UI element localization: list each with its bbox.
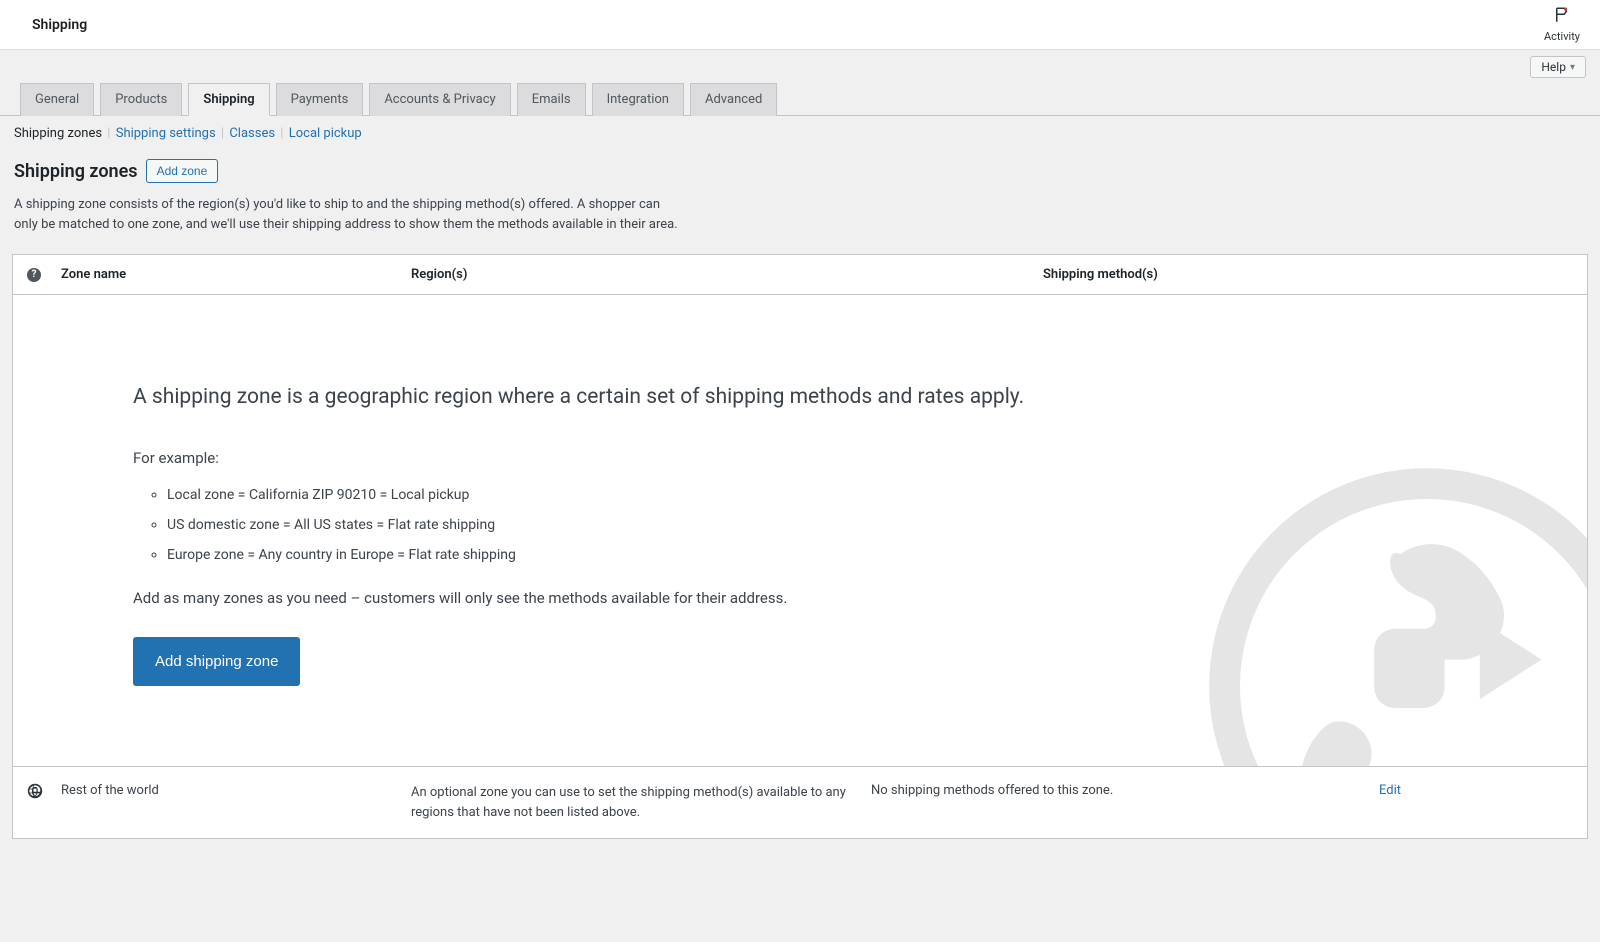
- tab-advanced[interactable]: Advanced: [690, 83, 777, 116]
- col-header-methods: Shipping method(s): [1043, 267, 1523, 282]
- top-header: Shipping Activity: [0, 0, 1600, 50]
- section-heading: Shipping zones: [14, 161, 138, 182]
- help-label: Help: [1541, 60, 1566, 74]
- help-tooltip-icon[interactable]: ?: [27, 268, 41, 282]
- subnav-shipping-settings[interactable]: Shipping settings: [116, 126, 216, 141]
- empty-state-for-example: For example:: [133, 449, 1467, 467]
- empty-state-examples: Local zone = California ZIP 90210 = Loca…: [133, 487, 1467, 563]
- activity-button[interactable]: Activity: [1544, 6, 1580, 43]
- table-header: ? Zone name Region(s) Shipping method(s): [13, 255, 1587, 295]
- settings-tabs: General Products Shipping Payments Accou…: [0, 50, 1600, 116]
- example-item: Local zone = California ZIP 90210 = Loca…: [167, 487, 1467, 503]
- empty-state-heading: A shipping zone is a geographic region w…: [133, 385, 1467, 409]
- add-shipping-zone-button[interactable]: Add shipping zone: [133, 637, 300, 686]
- add-zone-button[interactable]: Add zone: [146, 159, 219, 183]
- rest-of-world-row: Rest of the world An optional zone you c…: [13, 767, 1587, 838]
- activity-label: Activity: [1544, 30, 1580, 43]
- example-item: Europe zone = Any country in Europe = Fl…: [167, 547, 1467, 563]
- tab-emails[interactable]: Emails: [517, 83, 586, 116]
- help-dropdown[interactable]: Help: [1530, 56, 1586, 78]
- subnav-local-pickup[interactable]: Local pickup: [289, 126, 362, 141]
- section-description: A shipping zone consists of the region(s…: [0, 191, 700, 248]
- col-header-zone-name: Zone name: [61, 267, 411, 282]
- activity-flag-icon: [1553, 6, 1571, 28]
- heading-row: Shipping zones Add zone: [0, 141, 1600, 191]
- tab-products[interactable]: Products: [100, 83, 182, 116]
- col-header-regions: Region(s): [411, 267, 1043, 282]
- tab-integration[interactable]: Integration: [592, 83, 684, 116]
- zones-table: ? Zone name Region(s) Shipping method(s)…: [12, 254, 1588, 839]
- tab-accounts-privacy[interactable]: Accounts & Privacy: [369, 83, 510, 116]
- tab-general[interactable]: General: [20, 83, 94, 116]
- globe-icon: [27, 783, 61, 799]
- shipping-subnav: Shipping zones | Shipping settings | Cla…: [0, 116, 1600, 141]
- footer-zone-methods: No shipping methods offered to this zone…: [871, 783, 1351, 798]
- empty-state-note: Add as many zones as you need – customer…: [133, 589, 1467, 607]
- page-title: Shipping: [32, 17, 87, 33]
- subnav-classes[interactable]: Classes: [229, 126, 275, 141]
- example-item: US domestic zone = All US states = Flat …: [167, 517, 1467, 533]
- subnav-current: Shipping zones: [14, 126, 102, 141]
- tab-shipping[interactable]: Shipping: [188, 83, 269, 116]
- zones-empty-state: A shipping zone is a geographic region w…: [13, 295, 1587, 767]
- tab-payments[interactable]: Payments: [276, 83, 364, 116]
- footer-zone-regions: An optional zone you can use to set the …: [411, 783, 871, 822]
- footer-zone-name: Rest of the world: [61, 783, 411, 798]
- footer-edit-link[interactable]: Edit: [1379, 783, 1401, 798]
